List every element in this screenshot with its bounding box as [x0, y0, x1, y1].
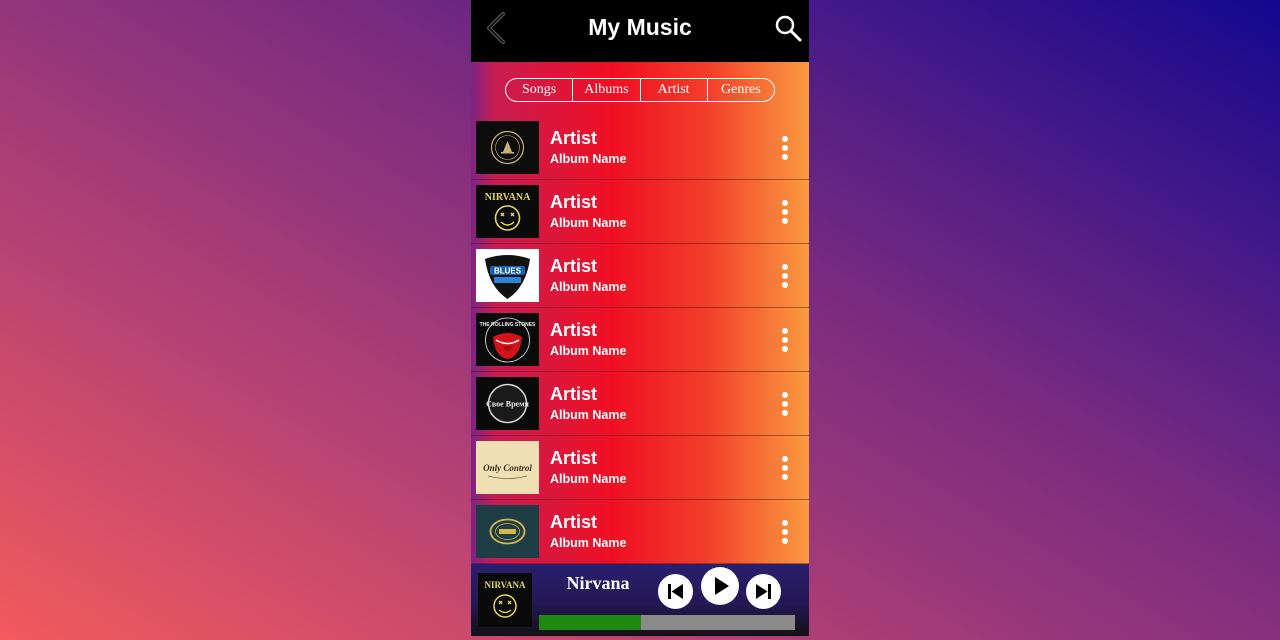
album-name: Album Name: [550, 152, 627, 166]
artist-name: Artist: [550, 448, 598, 468]
search-icon: [775, 15, 802, 42]
artist-name: Artist: [550, 512, 598, 532]
album-name: Album Name: [550, 216, 627, 230]
album-name: Album Name: [550, 536, 627, 550]
more-vertical-icon: [782, 328, 788, 352]
cover-text: Свое Время: [486, 400, 529, 409]
album-cover: Свое Время: [476, 377, 539, 430]
tab-songs[interactable]: Songs: [506, 79, 572, 101]
page-title: My Music: [588, 14, 692, 40]
more-options-button[interactable]: [775, 454, 795, 482]
album-cover: Only Control: [476, 441, 539, 494]
list-item[interactable]: BLUES Artist Album Name: [471, 244, 809, 308]
play-button[interactable]: [701, 567, 739, 605]
album-cover: [476, 505, 539, 558]
more-options-button[interactable]: [775, 198, 795, 226]
list-item[interactable]: NIRVANA Artist Album Name: [471, 180, 809, 244]
cover-text: Only Control: [483, 463, 532, 473]
more-options-button[interactable]: [775, 518, 795, 546]
music-content: Songs Albums Artist Genres Artist Album …: [471, 62, 809, 564]
more-options-button[interactable]: [775, 262, 795, 290]
album-cover: THE ROLLING STONES: [476, 313, 539, 366]
album-name: Album Name: [550, 344, 627, 358]
artist-name: Artist: [550, 384, 598, 404]
more-vertical-icon: [782, 520, 788, 544]
tab-artist[interactable]: Artist: [639, 79, 707, 101]
cover-text: BLUES: [494, 267, 522, 276]
tab-albums[interactable]: Albums: [572, 79, 639, 101]
progress-fill: [539, 615, 642, 630]
playback-progress-bar[interactable]: [539, 615, 795, 630]
artist-name: Artist: [550, 128, 598, 148]
tab-genres[interactable]: Genres: [706, 79, 774, 101]
artist-name: Artist: [550, 256, 598, 276]
more-options-button[interactable]: [775, 134, 795, 162]
more-vertical-icon: [782, 392, 788, 416]
list-item[interactable]: Only Control Artist Album Name: [471, 436, 809, 500]
album-name: Album Name: [550, 408, 627, 422]
album-list: Artist Album Name NIRVANA Artist Album N…: [471, 116, 809, 564]
list-item[interactable]: THE ROLLING STONES Artist Album Name: [471, 308, 809, 372]
album-cover: NIRVANA: [476, 185, 539, 238]
now-playing-cover: NIRVANA: [478, 573, 532, 627]
list-item[interactable]: Artist Album Name: [471, 500, 809, 564]
more-vertical-icon: [782, 136, 788, 160]
more-vertical-icon: [782, 200, 788, 224]
list-item[interactable]: Свое Время Artist Album Name: [471, 372, 809, 436]
album-name: Album Name: [550, 280, 627, 294]
previous-button[interactable]: [658, 574, 693, 609]
cover-text: NIRVANA: [485, 192, 531, 203]
list-item[interactable]: Artist Album Name: [471, 116, 809, 180]
cover-text: NIRVANA: [484, 580, 526, 590]
skip-previous-icon: [668, 584, 683, 599]
phone-app: My Music Songs Albums Artist Genres Arti…: [471, 0, 809, 636]
artist-name: Artist: [550, 192, 598, 212]
next-button[interactable]: [746, 574, 781, 609]
more-options-button[interactable]: [775, 326, 795, 354]
play-icon: [715, 577, 729, 595]
artist-name: Artist: [550, 320, 598, 340]
more-options-button[interactable]: [775, 390, 795, 418]
cover-text: THE ROLLING STONES: [480, 322, 536, 328]
album-cover: [476, 121, 539, 174]
now-playing-title: Nirvana: [566, 573, 630, 593]
filter-tabs: Songs Albums Artist Genres: [505, 78, 775, 102]
search-button[interactable]: [773, 13, 803, 43]
album-cover: BLUES: [476, 249, 539, 302]
more-vertical-icon: [782, 456, 788, 480]
album-name: Album Name: [550, 472, 627, 486]
now-playing-bar: NIRVANA Nirvana: [471, 564, 809, 636]
more-vertical-icon: [782, 264, 788, 288]
skip-next-icon: [756, 584, 771, 599]
header-bar: My Music: [471, 0, 809, 62]
